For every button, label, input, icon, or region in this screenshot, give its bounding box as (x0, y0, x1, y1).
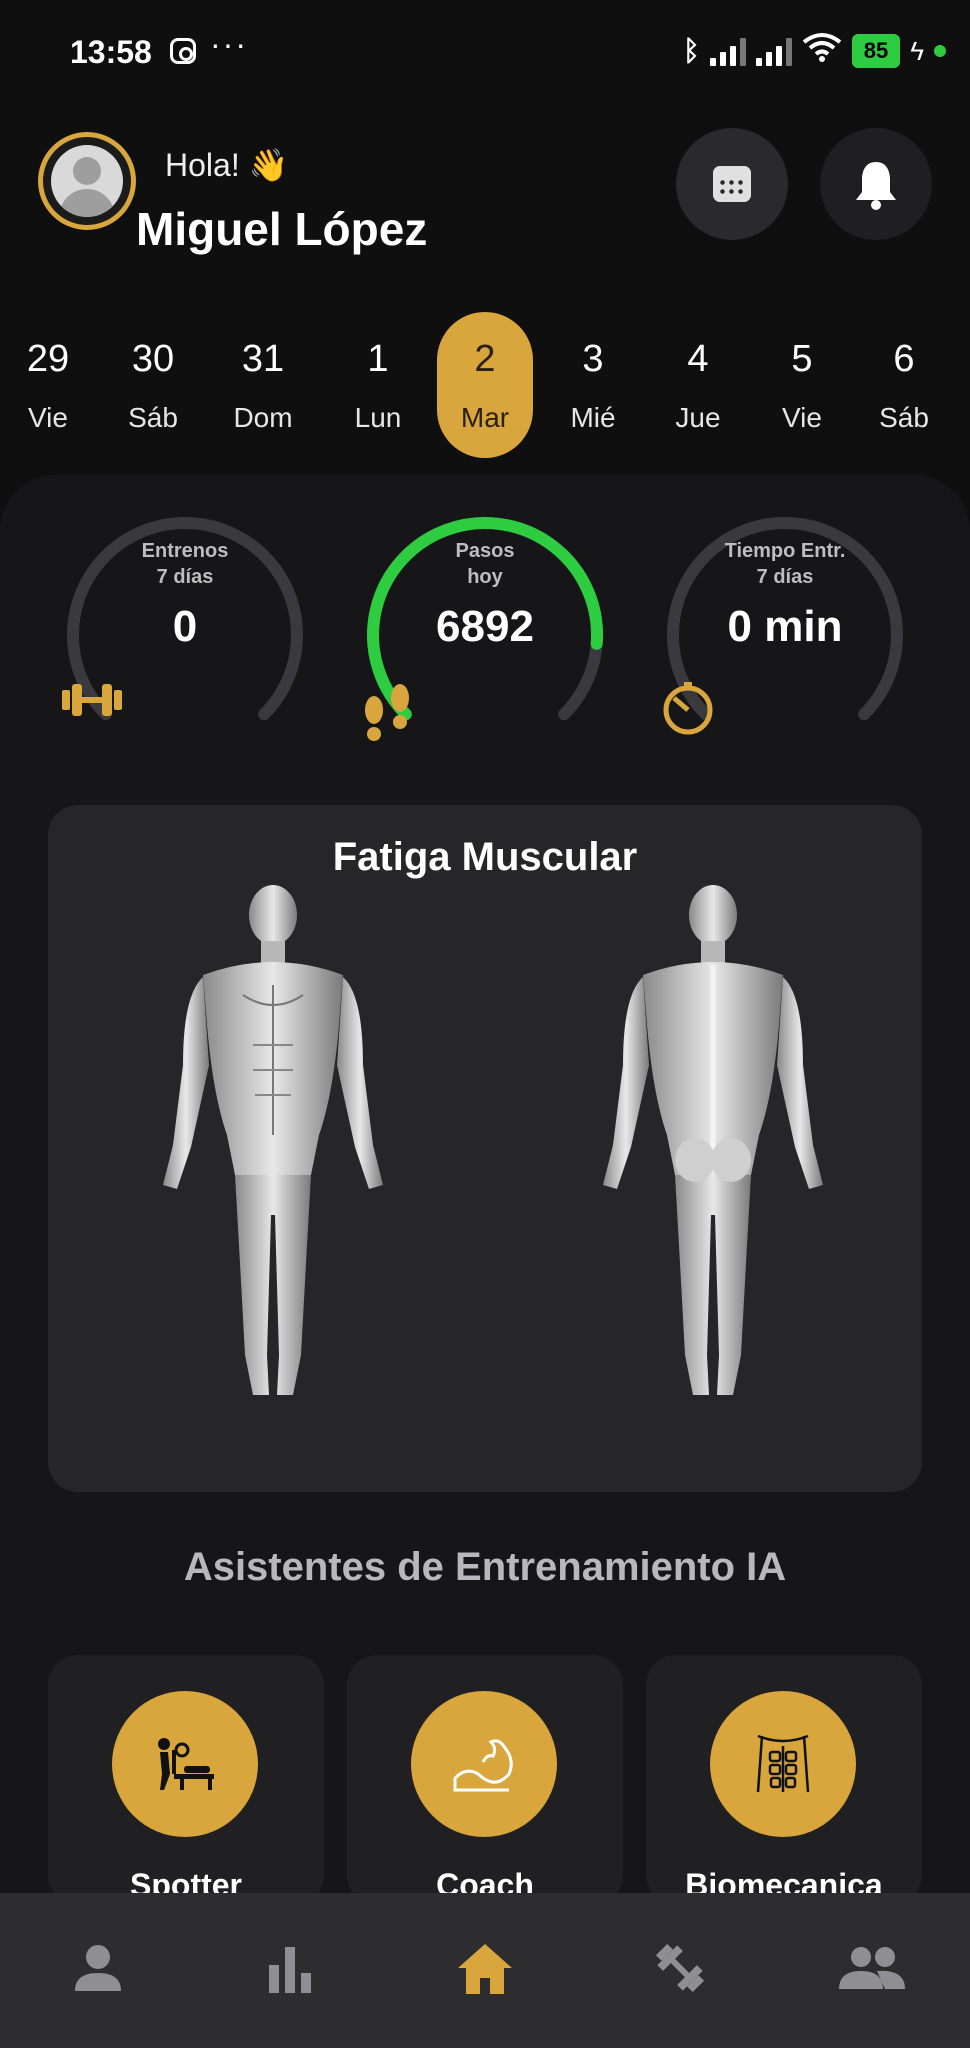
calendar-icon (713, 166, 751, 202)
timer-icon (663, 682, 713, 735)
date-strip: 29 Vie 30 Sáb 31 Dom 1 Lun 2 Mar 3 Mié 4 Jue 5V… (0, 312, 970, 462)
nav-home[interactable] (445, 1933, 525, 2003)
flexed-arm-icon (453, 1739, 513, 1792)
date-item[interactable]: 6 Sáb (856, 312, 952, 458)
avatar-placeholder-icon (51, 145, 123, 217)
gauge-label: Entrenos 7 días (141, 540, 229, 588)
footprints-icon (365, 684, 409, 741)
steps-gauge[interactable]: Pasos hoy 6892 (360, 510, 610, 750)
more-dots-icon: ··· (210, 26, 248, 62)
ai-section-title: Asistentes de Entrenamiento IA (183, 1545, 787, 1589)
date-item[interactable]: 31 Dom (215, 312, 311, 458)
muscle-card-title: Fatiga Muscular (332, 835, 638, 879)
battery-icon: 85 (851, 34, 901, 68)
body-front-figure[interactable] (143, 885, 403, 1405)
training-time-gauge[interactable]: Tiempo Entr. 7 días 0 min (660, 510, 910, 750)
date-item[interactable]: 30 Sáb (105, 312, 201, 458)
gauge-value: 0 min (727, 602, 843, 651)
gauge-label: Tiempo Entr. 7 días (724, 540, 846, 588)
avatar[interactable] (38, 132, 136, 230)
date-item[interactable]: 3 Mié (545, 312, 641, 458)
gauge-value: 0 (172, 602, 198, 651)
gauge-value: 6892 (436, 602, 534, 651)
dumbbell-icon (62, 684, 122, 716)
date-item[interactable]: 1 Lun (330, 312, 426, 458)
signal-icon (755, 36, 792, 66)
privacy-indicator-icon (934, 45, 946, 57)
nav-workout[interactable] (640, 1933, 720, 2003)
home-icon (458, 1944, 512, 1994)
nav-stats[interactable] (250, 1933, 330, 2003)
bell-icon (856, 162, 896, 210)
ai-card-biomechanics[interactable]: Biomecanica (646, 1655, 922, 1905)
bench-press-icon (158, 1738, 214, 1790)
instagram-icon (170, 38, 196, 64)
nav-profile[interactable] (58, 1933, 138, 2003)
nav-community[interactable] (832, 1933, 912, 2003)
bluetooth-icon: ᛒ (682, 35, 700, 66)
muscle-fatigue-card[interactable]: Fatiga Muscular (48, 805, 922, 1492)
gauge-label: Pasos hoy (455, 540, 515, 588)
abs-icon (756, 1734, 810, 1793)
date-item-selected[interactable]: 2 Mar (437, 312, 533, 458)
date-item[interactable]: 4 Jue (650, 312, 746, 458)
date-item[interactable]: 5 Vie (754, 312, 850, 458)
community-icon (839, 1947, 905, 1989)
status-time: 13:58 (70, 34, 152, 70)
trainings-gauge[interactable]: Entrenos 7 días 0 (60, 510, 310, 750)
user-name: Miguel López (136, 203, 428, 255)
signal-icon (709, 36, 746, 66)
calendar-button[interactable] (676, 128, 788, 240)
ai-card-coach[interactable]: Coach (347, 1655, 623, 1905)
wifi-icon (802, 32, 842, 70)
profile-icon (75, 1945, 121, 1991)
body-back-figure[interactable] (583, 885, 843, 1405)
notifications-button[interactable] (820, 128, 932, 240)
bottom-nav (0, 1893, 970, 2048)
workout-icon (655, 1943, 705, 1993)
ai-card-spotter[interactable]: Spotter (48, 1655, 324, 1905)
date-item[interactable]: 29 Vie (0, 312, 96, 458)
status-bar: 13:58 ··· ᛒ 85 ϟ (0, 0, 970, 100)
stats-icon (269, 1947, 311, 1993)
charging-icon: ϟ (910, 35, 924, 66)
greeting: Hola! 👋 (165, 147, 289, 183)
